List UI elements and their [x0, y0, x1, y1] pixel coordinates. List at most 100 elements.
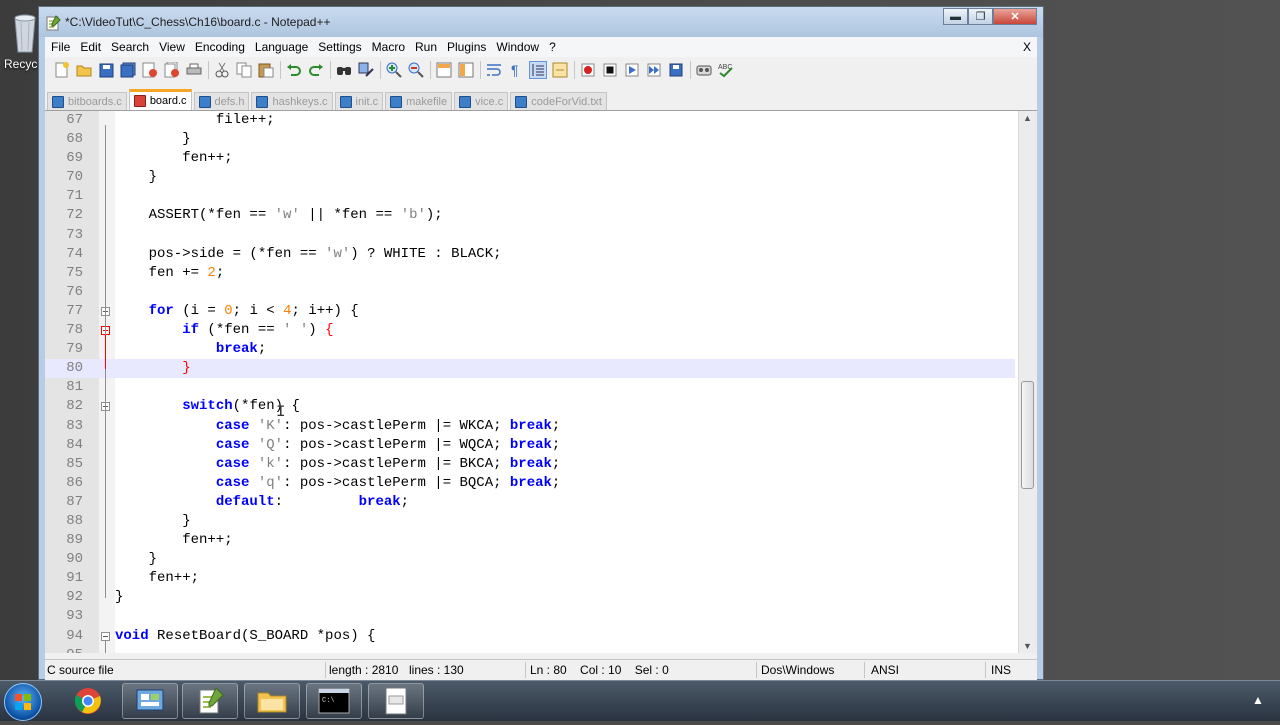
scrollbar-thumb[interactable]	[1021, 381, 1034, 489]
play-macro-icon[interactable]	[623, 61, 641, 79]
sync-horizontal-icon[interactable]	[457, 61, 475, 79]
fold-toggle-icon[interactable]	[101, 631, 110, 641]
chrome-icon[interactable]	[60, 683, 116, 719]
code-text[interactable]: void ResetBoard(S_BOARD *pos) {	[115, 627, 375, 646]
code-line[interactable]: 73	[45, 226, 1015, 245]
find-icon[interactable]	[335, 61, 353, 79]
cut-icon[interactable]	[213, 61, 231, 79]
tab-codeforvid-txt[interactable]: codeForVid.txt	[510, 92, 607, 110]
notepadpp-icon[interactable]	[182, 683, 238, 719]
scroll-up-icon[interactable]: ▲	[1023, 113, 1032, 123]
tray-arrow-icon[interactable]: ▲	[1252, 693, 1264, 707]
tab-bitboards-c[interactable]: bitboards.c	[47, 92, 127, 110]
spellcheck-icon[interactable]: ABC	[717, 61, 735, 79]
menu-file[interactable]: File	[45, 40, 75, 54]
close-document-button[interactable]: X	[1023, 40, 1031, 54]
code-line[interactable]: 69 fen++;	[45, 149, 1015, 168]
run-macro-multiple-icon[interactable]	[645, 61, 663, 79]
tab-hashkeys-c[interactable]: hashkeys.c	[251, 92, 333, 110]
show-all-chars-icon[interactable]: ¶	[507, 61, 525, 79]
open-file-icon[interactable]	[75, 61, 93, 79]
code-text[interactable]: case 'K': pos->castlePerm |= WKCA; break…	[115, 417, 561, 436]
sync-vertical-icon[interactable]	[435, 61, 453, 79]
code-text[interactable]: fen += 2;	[115, 264, 225, 283]
save-macro-icon[interactable]	[667, 61, 685, 79]
plugin-icon[interactable]	[695, 61, 713, 79]
code-text[interactable]: for (i = 0; i < 4; i++) {	[115, 302, 359, 321]
code-text[interactable]: }	[115, 130, 190, 149]
stop-macro-icon[interactable]	[601, 61, 619, 79]
start-button[interactable]	[4, 683, 42, 721]
code-line[interactable]: 72 ASSERT(*fen == 'w' || *fen == 'b');	[45, 206, 1015, 225]
menu-window[interactable]: Window	[491, 40, 544, 54]
record-macro-icon[interactable]	[579, 61, 597, 79]
code-line[interactable]: 79 break;	[45, 340, 1015, 359]
code-line[interactable]: 78 if (*fen == ' ') {	[45, 321, 1015, 340]
tab-makefile[interactable]: makefile	[385, 92, 453, 110]
recycle-bin-label[interactable]: Recyc	[4, 57, 37, 71]
minimize-button[interactable]: ▬	[943, 8, 968, 25]
tab-init-c[interactable]: init.c	[334, 92, 384, 110]
code-text[interactable]: case 'k': pos->castlePerm |= BKCA; break…	[115, 455, 561, 474]
code-text[interactable]: pos->side = (*fen == 'w') ? WHITE : BLAC…	[115, 245, 502, 264]
code-line[interactable]: 67 file++;	[45, 111, 1015, 130]
code-line[interactable]: 74 pos->side = (*fen == 'w') ? WHITE : B…	[45, 245, 1015, 264]
new-file-icon[interactable]	[53, 61, 71, 79]
save-all-icon[interactable]	[119, 61, 137, 79]
code-text[interactable]: }	[115, 168, 157, 187]
save-icon[interactable]	[97, 61, 115, 79]
menu-encoding[interactable]: Encoding	[190, 40, 250, 54]
code-line[interactable]: 82 switch(*fen) {	[45, 397, 1015, 416]
code-text[interactable]: }	[115, 550, 157, 569]
document-icon[interactable]	[368, 683, 424, 719]
code-line[interactable]: 86 case 'q': pos->castlePerm |= BQCA; br…	[45, 474, 1015, 493]
code-line[interactable]: 92}	[45, 588, 1015, 607]
tab-board-c[interactable]: board.c	[128, 89, 192, 110]
code-text[interactable]: ASSERT(*fen == 'w' || *fen == 'b');	[115, 206, 443, 225]
code-line[interactable]: 80 }	[45, 359, 1015, 379]
menu-settings[interactable]: Settings	[313, 40, 366, 54]
code-line[interactable]: 70 }	[45, 168, 1015, 187]
code-line[interactable]: 75 fen += 2;	[45, 264, 1015, 283]
code-text[interactable]: if (*fen == ' ') {	[115, 321, 333, 340]
close-icon[interactable]	[141, 61, 159, 79]
zoom-out-icon[interactable]	[407, 61, 425, 79]
code-line[interactable]: 95	[45, 646, 1015, 653]
replace-icon[interactable]	[357, 61, 375, 79]
code-editor[interactable]: 67 file++; 68 } 69 fen++; 70 } 71 72 ASSERT(*…	[45, 111, 1037, 653]
menu-language[interactable]: Language	[250, 40, 313, 54]
menu-search[interactable]: Search	[106, 40, 154, 54]
code-line[interactable]: 71	[45, 187, 1015, 206]
explorer-icon[interactable]	[244, 683, 300, 719]
close-all-icon[interactable]	[163, 61, 181, 79]
maximize-button[interactable]: ❐	[968, 8, 993, 25]
redo-icon[interactable]	[307, 61, 325, 79]
code-line[interactable]: 83 case 'K': pos->castlePerm |= WKCA; br…	[45, 417, 1015, 436]
cmd-icon[interactable]: C:\	[306, 683, 362, 719]
code-text[interactable]: case 'q': pos->castlePerm |= BQCA; break…	[115, 474, 561, 493]
code-text[interactable]: fen++;	[115, 569, 199, 588]
code-lines[interactable]: 67 file++; 68 } 69 fen++; 70 } 71 72 ASSERT(*…	[45, 111, 1015, 653]
menu-view[interactable]: View	[154, 40, 190, 54]
paste-icon[interactable]	[257, 61, 275, 79]
menu-run[interactable]: Run	[410, 40, 442, 54]
code-line[interactable]: 84 case 'Q': pos->castlePerm |= WQCA; br…	[45, 436, 1015, 455]
copy-icon[interactable]	[235, 61, 253, 79]
print-icon[interactable]	[185, 61, 203, 79]
code-line[interactable]: 68 }	[45, 130, 1015, 149]
close-button[interactable]: ✕	[993, 8, 1037, 25]
code-line[interactable]: 90 }	[45, 550, 1015, 569]
undo-icon[interactable]	[285, 61, 303, 79]
code-text[interactable]: case 'Q': pos->castlePerm |= WQCA; break…	[115, 436, 561, 455]
code-text[interactable]: file++;	[115, 111, 275, 130]
code-text[interactable]: break;	[115, 340, 266, 359]
zoom-in-icon[interactable]	[385, 61, 403, 79]
menu-help[interactable]: ?	[544, 40, 561, 54]
code-text[interactable]: }	[115, 512, 190, 531]
code-line[interactable]: 93	[45, 607, 1015, 626]
code-line[interactable]: 87 default: break;	[45, 493, 1015, 512]
code-line[interactable]: 89 fen++;	[45, 531, 1015, 550]
scroll-down-icon[interactable]: ▼	[1023, 641, 1032, 651]
code-line[interactable]: 76	[45, 283, 1015, 302]
recycle-bin-icon[interactable]	[10, 10, 40, 54]
